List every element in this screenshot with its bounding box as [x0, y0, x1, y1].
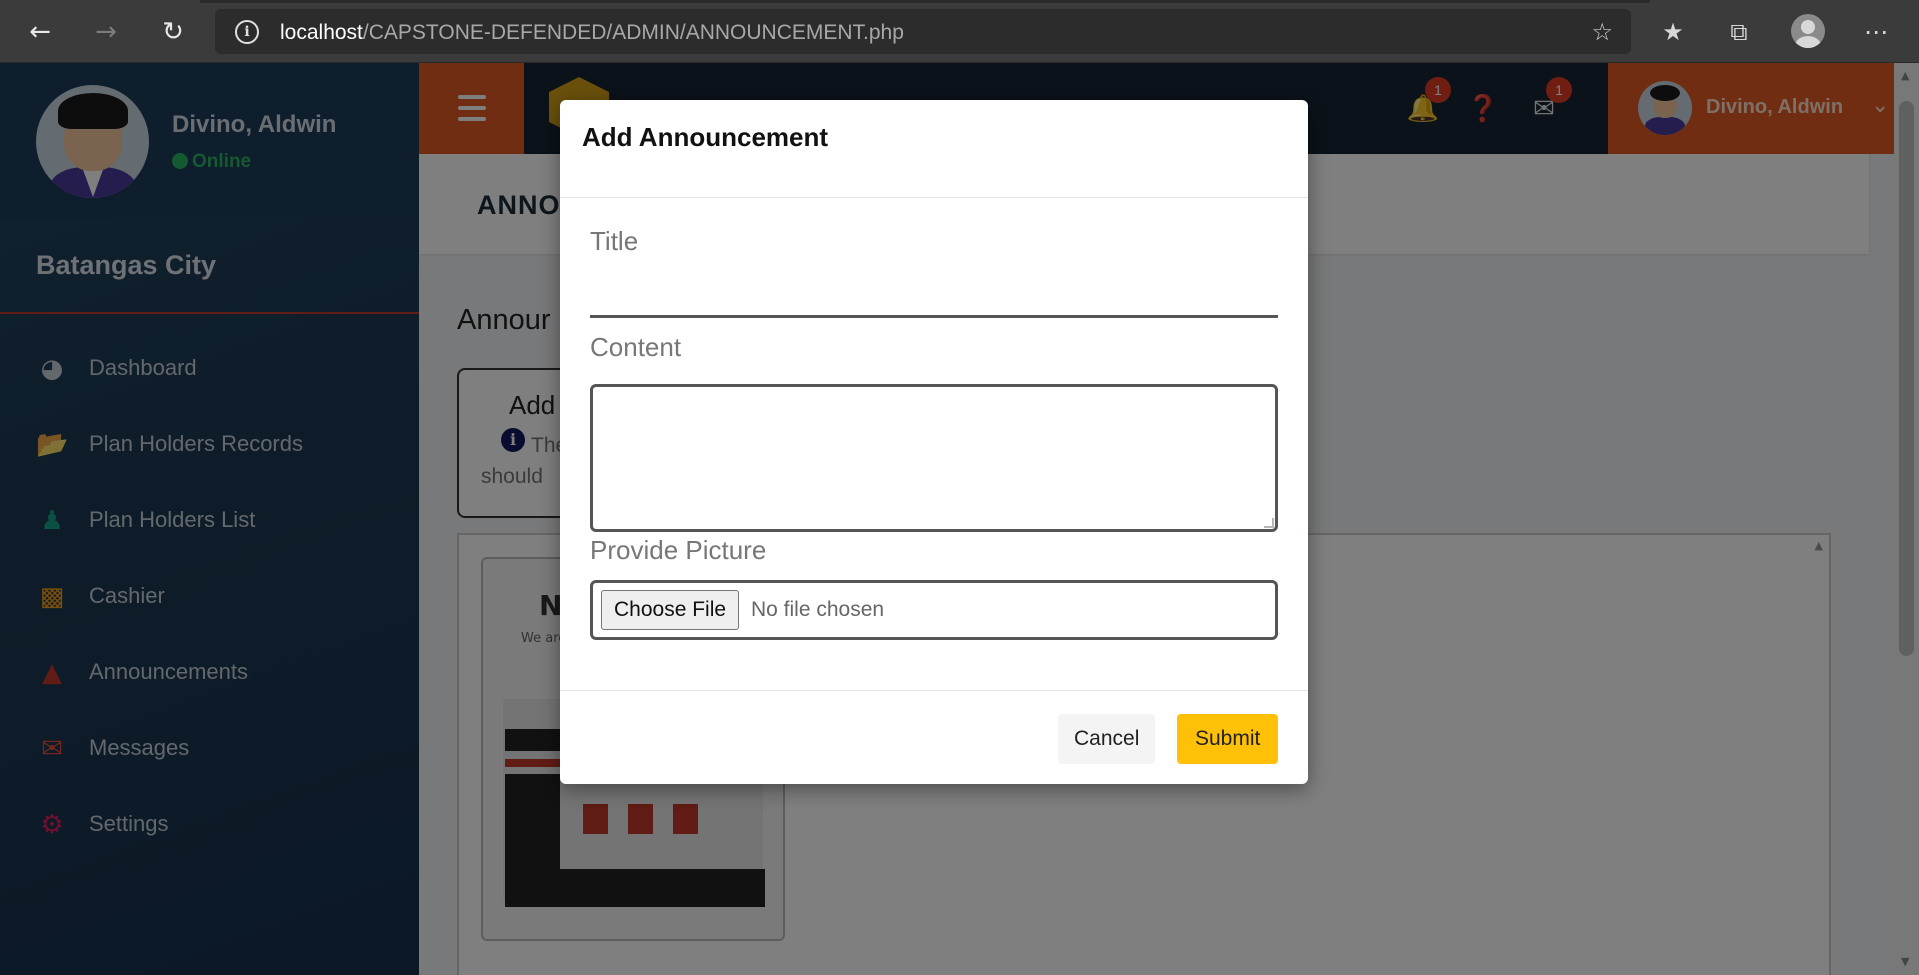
cancel-button[interactable]: Cancel	[1058, 714, 1156, 764]
add-announcement-modal: Add Announcement Title Content Provide P…	[560, 100, 1308, 784]
url-text[interactable]: localhost/CAPSTONE-DEFENDED/ADMIN/ANNOUN…	[280, 21, 904, 45]
favorites-icon[interactable]: ★	[1655, 14, 1691, 50]
content-textarea[interactable]	[590, 384, 1278, 532]
url-path: /CAPSTONE-DEFENDED/ADMIN/ANNOUNCEMENT.ph…	[362, 21, 904, 44]
resize-handle[interactable]	[1264, 518, 1274, 528]
url-host: localhost	[280, 21, 363, 44]
add-favorite-icon[interactable]: ☆	[1591, 18, 1613, 46]
forward-arrow-icon[interactable]: →	[88, 14, 124, 50]
reload-icon[interactable]: ↻	[155, 14, 191, 50]
choose-file-button[interactable]: Choose File	[601, 590, 740, 630]
picture-label: Provide Picture	[590, 535, 767, 565]
more-icon[interactable]: ⋯	[1858, 14, 1894, 50]
site-info-icon[interactable]: i	[235, 20, 259, 44]
collections-icon[interactable]: ⧉	[1721, 14, 1757, 50]
file-status: No file chosen	[751, 598, 885, 621]
modal-title: Add Announcement	[582, 122, 829, 152]
submit-button[interactable]: Submit	[1177, 714, 1279, 764]
modal-header: Add Announcement	[560, 100, 1308, 198]
modal-footer: Cancel Submit	[560, 690, 1308, 784]
browser-toolbar: ← → ↻ i localhost/CAPSTONE-DEFENDED/ADMI…	[0, 0, 1919, 63]
back-arrow-icon[interactable]: ←	[22, 14, 58, 50]
title-label: Title	[590, 226, 639, 256]
profile-icon[interactable]	[1791, 14, 1825, 48]
app-area: Divino, Aldwin Online Batangas City ◕ Da…	[0, 63, 1919, 975]
file-input[interactable]: Choose File No file chosen	[590, 580, 1278, 640]
address-bar[interactable]: i localhost/CAPSTONE-DEFENDED/ADMIN/ANNO…	[215, 9, 1631, 54]
title-input[interactable]	[590, 260, 1278, 318]
content-label: Content	[590, 332, 682, 362]
